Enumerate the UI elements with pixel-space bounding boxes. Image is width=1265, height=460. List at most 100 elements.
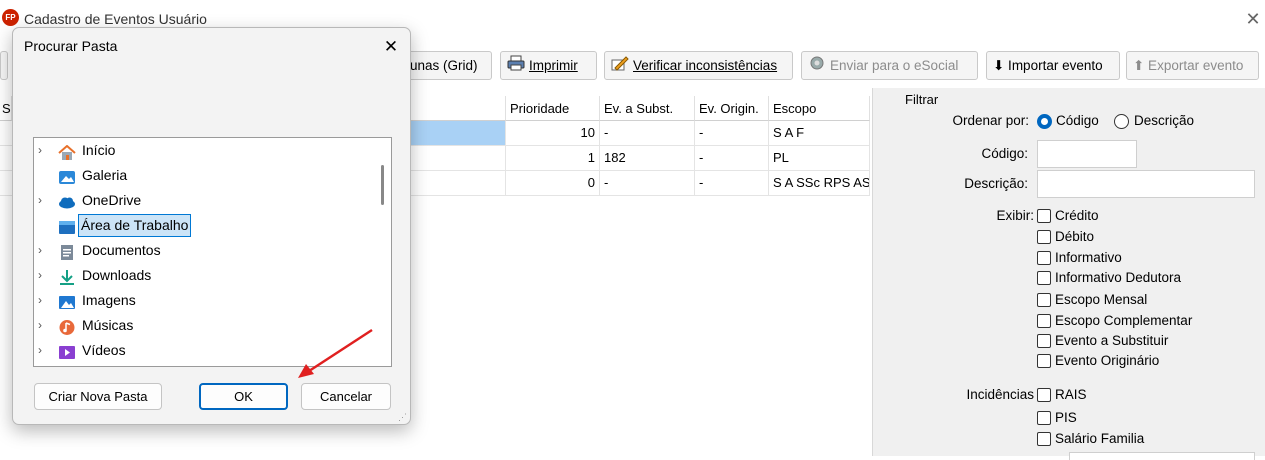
order-code-label: Código bbox=[1056, 113, 1099, 128]
show-label: Exibir: bbox=[996, 208, 1034, 223]
check-escopo-complementar[interactable] bbox=[1037, 314, 1051, 328]
cell-prioridade[interactable]: 0 bbox=[506, 171, 600, 196]
tree-item-downloads[interactable]: › Downloads bbox=[34, 263, 374, 288]
window-close-icon[interactable]: ✕ bbox=[1242, 6, 1264, 32]
check-pis[interactable] bbox=[1037, 411, 1051, 425]
tree-item-label: Músicas bbox=[82, 317, 134, 333]
chevron-right-icon[interactable]: › bbox=[38, 288, 48, 313]
cell-escopo[interactable]: S A F bbox=[769, 121, 870, 146]
check-evento-originario[interactable] bbox=[1037, 354, 1051, 368]
cell-ev-origin[interactable]: - bbox=[695, 171, 769, 196]
code-input[interactable] bbox=[1037, 140, 1137, 168]
chevron-right-icon[interactable]: › bbox=[38, 313, 48, 338]
label-evento-substituir: Evento a Substituir bbox=[1055, 333, 1169, 348]
tree-scrollbar[interactable] bbox=[374, 138, 391, 366]
description-input[interactable] bbox=[1037, 170, 1255, 198]
grid-header-prioridade[interactable]: Prioridade bbox=[506, 96, 600, 121]
grid-header-escopo[interactable]: Escopo bbox=[769, 96, 870, 121]
check-debito[interactable] bbox=[1037, 230, 1051, 244]
folder-tree[interactable]: › Início Galeria › OneDrive Área de Trab… bbox=[33, 137, 392, 367]
selected-cell[interactable] bbox=[411, 121, 506, 146]
check-credito[interactable] bbox=[1037, 209, 1051, 223]
dialog-close-icon[interactable]: ✕ bbox=[377, 33, 405, 61]
check-rais[interactable] bbox=[1037, 388, 1051, 402]
filter-title: Filtrar bbox=[905, 92, 939, 107]
cell-ev-subst[interactable]: - bbox=[600, 171, 695, 196]
cell-ev-subst[interactable]: 182 bbox=[600, 146, 695, 171]
print-label: Imprimir bbox=[529, 58, 578, 73]
tree-item-galeria[interactable]: Galeria bbox=[34, 163, 374, 188]
label-escopo-mensal: Escopo Mensal bbox=[1055, 292, 1148, 307]
description-label: Descrição: bbox=[964, 176, 1028, 191]
order-code-radio[interactable] bbox=[1037, 114, 1052, 129]
check-informativo[interactable] bbox=[1037, 251, 1051, 265]
tree-item-label: OneDrive bbox=[82, 192, 142, 208]
check-evento-substituir[interactable] bbox=[1037, 334, 1051, 348]
label-pis: PIS bbox=[1055, 410, 1077, 425]
filter-field-partial[interactable] bbox=[1069, 452, 1255, 460]
tree-item-documentos[interactable]: › Documentos bbox=[34, 238, 374, 263]
label-evento-originario: Evento Originário bbox=[1055, 353, 1160, 368]
verify-inconsistencies-button[interactable]: Verificar inconsistências bbox=[604, 51, 793, 80]
send-esocial-button[interactable]: Enviar para o eSocial bbox=[801, 51, 978, 80]
tree-item-musicas[interactable]: › Músicas bbox=[34, 313, 374, 338]
browse-folder-dialog: Procurar Pasta ✕ › Início Galeria › OneD… bbox=[12, 27, 411, 425]
pencil-check-icon bbox=[611, 53, 629, 79]
ok-button[interactable]: OK bbox=[199, 383, 288, 410]
tree-item-label: Downloads bbox=[82, 267, 152, 283]
incidences-label: Incidências bbox=[966, 387, 1034, 402]
resize-grip-icon[interactable]: ⋰ bbox=[398, 412, 408, 422]
tree-item-desktop[interactable]: Área de Trabalho bbox=[34, 213, 374, 238]
filter-panel: Filtrar Ordenar por: Código Descrição Có… bbox=[872, 88, 1265, 460]
dialog-title: Procurar Pasta bbox=[24, 38, 118, 54]
tree-item-label: Início bbox=[82, 142, 116, 158]
send-esocial-label: Enviar para o eSocial bbox=[830, 58, 959, 73]
export-event-button[interactable]: ⬆ Exportar evento bbox=[1126, 51, 1259, 80]
grid-header-ev-origin[interactable]: Ev. Origin. bbox=[695, 96, 769, 121]
cell-ev-subst[interactable]: - bbox=[600, 121, 695, 146]
new-folder-button[interactable]: Criar Nova Pasta bbox=[34, 383, 162, 410]
tree-item-videos[interactable]: › Vídeos bbox=[34, 338, 374, 363]
check-salario-familia[interactable] bbox=[1037, 432, 1051, 446]
check-informativo-dedutora[interactable] bbox=[1037, 271, 1051, 285]
cell-escopo[interactable]: S A SSc RPS AS bbox=[769, 171, 870, 196]
cell-prioridade[interactable]: 10 bbox=[506, 121, 600, 146]
chevron-right-icon[interactable]: › bbox=[38, 188, 48, 213]
cell-ev-origin[interactable]: - bbox=[695, 146, 769, 171]
download-icon bbox=[58, 268, 75, 285]
window-title: Cadastro de Eventos Usuário bbox=[24, 11, 207, 27]
columns-grid-label: lunas (Grid) bbox=[407, 58, 478, 73]
grid-header-first[interactable]: Se bbox=[0, 96, 12, 121]
grid-header-ev-subst[interactable]: Ev. a Subst. bbox=[600, 96, 695, 121]
check-escopo-mensal[interactable] bbox=[1037, 293, 1051, 307]
code-label: Código: bbox=[981, 146, 1028, 161]
home-icon bbox=[58, 143, 76, 160]
cell-prioridade[interactable]: 1 bbox=[506, 146, 600, 171]
chevron-right-icon[interactable]: › bbox=[38, 138, 48, 163]
import-event-label: ⬇ Importar evento bbox=[993, 58, 1103, 73]
chevron-right-icon[interactable]: › bbox=[38, 263, 48, 288]
new-button-partial[interactable] bbox=[0, 51, 8, 80]
tree-item-label: Imagens bbox=[82, 292, 136, 308]
tree-item-onedrive[interactable]: › OneDrive bbox=[34, 188, 374, 213]
tree-item-inicio[interactable]: › Início bbox=[34, 138, 374, 163]
cell-escopo[interactable]: PL bbox=[769, 146, 870, 171]
desktop-icon bbox=[58, 218, 75, 234]
cancel-button[interactable]: Cancelar bbox=[301, 383, 391, 410]
order-description-radio[interactable] bbox=[1114, 114, 1129, 129]
chevron-right-icon[interactable]: › bbox=[38, 238, 48, 263]
export-event-label: ⬆ Exportar evento bbox=[1133, 58, 1244, 73]
printer-icon bbox=[507, 53, 525, 79]
scrollbar-thumb[interactable] bbox=[381, 165, 384, 205]
order-by-label: Ordenar por: bbox=[952, 113, 1029, 128]
import-event-button[interactable]: ⬇ Importar evento bbox=[986, 51, 1120, 80]
gallery-icon bbox=[58, 168, 75, 184]
print-button[interactable]: Imprimir bbox=[500, 51, 597, 80]
label-rais: RAIS bbox=[1055, 387, 1087, 402]
cell-ev-origin[interactable]: - bbox=[695, 121, 769, 146]
esocial-gear-icon bbox=[808, 53, 826, 79]
chevron-right-icon[interactable]: › bbox=[38, 338, 48, 363]
tree-item-label: Área de Trabalho bbox=[78, 214, 192, 237]
tree-item-imagens[interactable]: › Imagens bbox=[34, 288, 374, 313]
cloud-icon bbox=[58, 193, 75, 209]
